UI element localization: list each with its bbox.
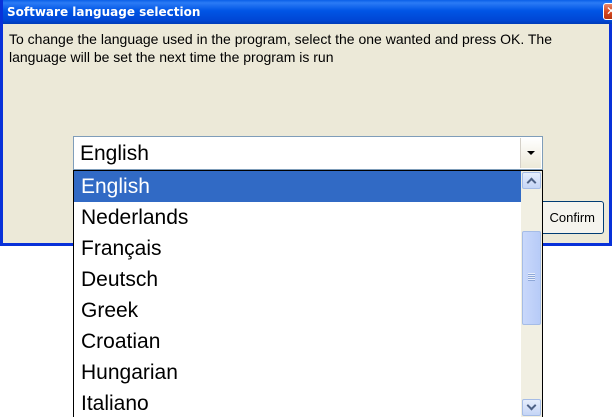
dropdown-toggle-button[interactable] xyxy=(520,138,541,168)
language-select-value: English xyxy=(80,142,149,165)
language-option-francais[interactable]: Français xyxy=(74,233,522,264)
list-scrollbar[interactable] xyxy=(521,171,542,417)
chevron-down-icon xyxy=(526,400,537,411)
close-icon: ✕ xyxy=(605,4,612,18)
language-option-deutsch[interactable]: Deutsch xyxy=(74,264,522,295)
language-option-croatian[interactable]: Croatian xyxy=(74,326,522,357)
language-select[interactable]: English xyxy=(73,136,543,170)
title-bar[interactable]: Software language selection ✕ xyxy=(3,0,612,24)
instruction-text: To change the language used in the progr… xyxy=(9,31,552,65)
scrollbar-thumb[interactable] xyxy=(522,231,541,325)
language-options: English Nederlands Français Deutsch Gree… xyxy=(74,171,522,417)
chevron-up-icon xyxy=(526,177,537,188)
language-option-greek[interactable]: Greek xyxy=(74,295,522,326)
language-option-hungarian[interactable]: Hungarian xyxy=(74,357,522,388)
language-option-italiano[interactable]: Italiano xyxy=(74,388,522,417)
scroll-down-button[interactable] xyxy=(522,399,541,416)
grip-icon xyxy=(528,273,535,281)
language-option-nederlands[interactable]: Nederlands xyxy=(74,202,522,233)
confirm-button-label: Confirm xyxy=(549,210,595,225)
scroll-up-button[interactable] xyxy=(522,172,541,189)
language-option-english[interactable]: English xyxy=(74,171,522,202)
language-dropdown-list: English Nederlands Français Deutsch Gree… xyxy=(73,170,543,417)
chevron-down-icon xyxy=(527,151,535,155)
window-title: Software language selection xyxy=(7,5,201,19)
close-button[interactable]: ✕ xyxy=(603,3,612,20)
